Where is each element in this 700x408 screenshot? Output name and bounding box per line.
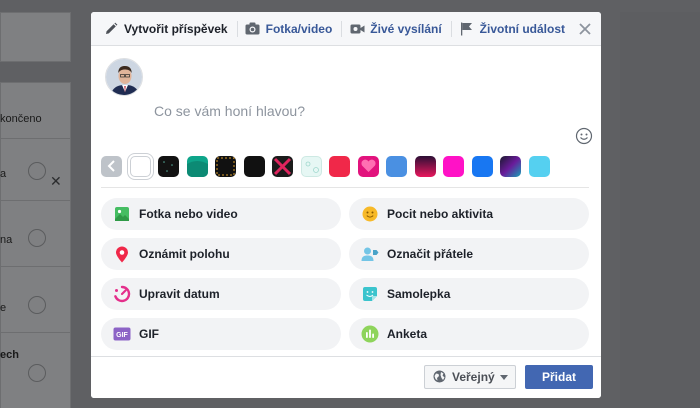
globe-icon [433,370,447,384]
camera-icon [245,21,261,37]
background-text: končeno [0,113,42,125]
action-label: Samolepka [387,287,451,301]
chevron-down-icon [499,374,508,380]
action-label: Oznámit polohu [139,247,230,261]
flag-icon [459,21,475,37]
divider [0,332,71,333]
background-swatch[interactable] [129,155,151,177]
background-swatch[interactable] [471,155,493,177]
close-icon[interactable] [577,21,593,37]
background-swatch[interactable] [186,155,208,177]
background-swatch[interactable] [215,155,236,177]
tab-label: Vytvořit příspěvek [124,21,228,36]
background-swatch[interactable] [357,155,379,177]
divider [236,20,238,37]
background-right-panel [620,12,700,408]
calendar-clock-icon [113,285,131,303]
sticker-button[interactable]: Samolepka [349,278,589,310]
composer-actions: Fotka nebo video Pocit nebo aktivita Ozn… [101,198,591,350]
sticker-icon [361,285,379,303]
feeling-activity-button[interactable]: Pocit nebo aktivita [349,198,589,230]
action-label: Upravit datum [139,287,220,301]
background-swatch[interactable] [243,155,265,177]
svg-text:GIF: GIF [116,332,128,339]
background-swatch[interactable] [272,155,293,177]
post-composer-dialog: Vytvořit příspěvek Fotka/video Živé vysí… [91,12,601,398]
picker-back-button[interactable] [101,155,122,177]
check-in-button[interactable]: Oznámit polohu [101,238,341,270]
add-photo-video-button[interactable]: Fotka nebo video [101,198,341,230]
post-button[interactable]: Přidat [525,365,593,389]
background-text: na [0,234,13,246]
pencil-icon [103,21,119,37]
background-swatch[interactable] [300,155,322,177]
gif-icon: GIF [113,325,131,343]
post-text-input[interactable]: Co se vám honí hlavou? [154,103,305,119]
divider [0,266,71,267]
tab-live-video[interactable]: Živé vysílání [345,12,449,46]
tab-label: Živé vysílání [370,21,442,36]
action-label: Pocit nebo aktivita [387,207,494,221]
background-swatch[interactable] [443,155,464,177]
background-swatch[interactable] [528,155,550,177]
tab-label: Fotka/video [265,21,333,36]
background-radio [28,296,46,314]
edit-date-button[interactable]: Upravit datum [101,278,341,310]
background-text: e [0,302,7,314]
background-radio [28,162,46,180]
divider [0,200,71,201]
divider [450,20,452,37]
divider [101,187,589,188]
tag-friends-icon [361,245,379,263]
location-pin-icon [113,245,131,263]
composer-tabs: Vytvořit příspěvek Fotka/video Živé vysí… [91,12,601,46]
audience-label: Veřejný [452,370,495,384]
compose-area: Co se vám honí hlavou? [91,46,601,156]
action-label: Označit přátele [387,247,474,261]
tab-label: Životní událost [479,21,566,36]
background-swatch[interactable] [500,155,521,177]
background-swatch[interactable] [386,155,407,177]
background-swatch[interactable] [329,155,350,177]
action-label: Anketa [387,327,428,341]
background-color-picker [101,154,557,178]
background-radio [28,364,46,382]
tab-life-event[interactable]: Životní událost [455,12,573,46]
background-card [0,12,71,62]
video-camera-icon [349,21,365,37]
close-icon: ✕ [50,173,62,189]
composer-footer: Veřejný Přidat [91,356,601,398]
background-swatch[interactable] [158,155,179,177]
smiley-icon [361,205,379,223]
poll-button[interactable]: Anketa [349,318,589,350]
audience-selector[interactable]: Veřejný [424,365,516,389]
divider [0,138,71,139]
tab-photo-video[interactable]: Fotka/video [241,12,341,46]
tag-friends-button[interactable]: Označit přátele [349,238,589,270]
divider [341,20,343,37]
background-radio [28,229,46,247]
photo-icon [113,205,131,223]
action-label: GIF [139,327,159,341]
background-text: a [0,168,7,180]
background-swatch[interactable] [414,155,436,177]
gif-button[interactable]: GIF GIF [101,318,341,350]
poll-icon [361,325,379,343]
emoji-icon[interactable] [575,127,593,145]
action-label: Fotka nebo video [139,207,238,221]
background-text: ech [0,349,19,361]
tab-create-post[interactable]: Vytvořit příspěvek [99,12,236,46]
avatar [105,58,143,96]
